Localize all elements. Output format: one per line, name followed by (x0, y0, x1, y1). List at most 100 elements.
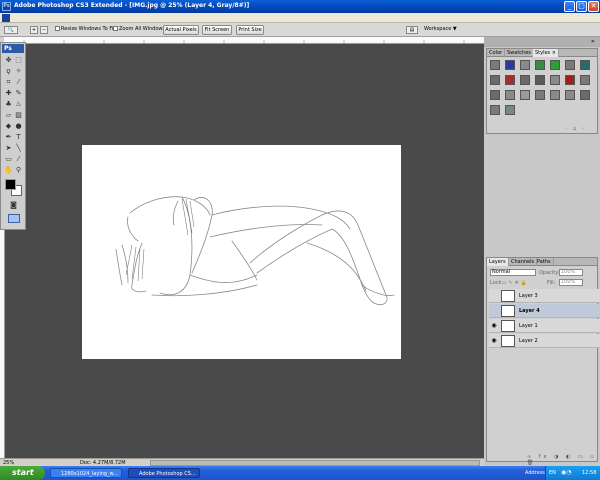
tab-color[interactable]: Color (487, 49, 506, 57)
style-swatch[interactable] (580, 90, 590, 100)
layer-name[interactable]: Layer 2 (519, 338, 538, 344)
style-swatch[interactable] (535, 90, 545, 100)
visibility-eye-icon[interactable]: ◉ (491, 338, 497, 344)
eyedropper-tool-icon[interactable]: ⁄ (14, 155, 23, 164)
tab-styles[interactable]: Styles × (533, 49, 559, 57)
history-brush-icon[interactable]: ♨ (14, 100, 23, 109)
brush-tool-icon[interactable]: ✎ (14, 89, 23, 98)
style-swatch[interactable] (505, 105, 515, 115)
style-swatch[interactable] (565, 60, 575, 70)
style-swatch[interactable] (565, 90, 575, 100)
style-swatch[interactable] (505, 90, 515, 100)
style-swatch[interactable] (490, 90, 500, 100)
marquee-tool-icon[interactable]: ⬚ (14, 56, 23, 65)
style-swatch[interactable] (520, 60, 530, 70)
quick-mask-icon[interactable]: ◙ (9, 201, 18, 210)
style-swatch[interactable] (520, 75, 530, 85)
language-indicator[interactable]: EN (549, 470, 556, 476)
tab-swatches[interactable]: Swatches (505, 49, 534, 57)
layer-name[interactable]: Layer 3 (519, 293, 538, 299)
print-size-button[interactable]: Print Size (236, 25, 264, 35)
tray-icons[interactable]: ◉◔ (561, 469, 571, 476)
zoom-in-icon[interactable]: + (30, 26, 38, 34)
zoom-tool-icon[interactable]: 🔍 (4, 26, 18, 34)
style-swatch[interactable] (520, 90, 530, 100)
visibility-eye-icon[interactable]: ◉ (491, 323, 497, 329)
panel-dock-header: » (484, 37, 600, 47)
screen-mode-icon[interactable] (8, 214, 20, 223)
tab-close-icon[interactable]: × (552, 50, 556, 56)
style-swatch[interactable] (490, 105, 500, 115)
style-swatch[interactable] (505, 75, 515, 85)
zoom-all-windows-checkbox[interactable]: Zoom All Windows (113, 26, 165, 32)
styles-panel-footer-icons[interactable]: ◦▫◦ (565, 126, 589, 132)
dock-collapse-icon[interactable]: » (591, 38, 595, 45)
start-button[interactable]: start (0, 466, 45, 480)
tab-layers[interactable]: Layers (487, 258, 509, 266)
style-swatch[interactable] (580, 75, 590, 85)
visibility-eye-icon[interactable] (491, 308, 497, 314)
path-selection-icon[interactable]: ➤ (4, 144, 13, 153)
blur-tool-icon[interactable]: ◆ (4, 122, 13, 131)
stamp-tool-icon[interactable]: ♣ (4, 100, 13, 109)
lock-icons[interactable]: ▫✎✥🔒 (503, 280, 529, 286)
opacity-input[interactable]: 100% (559, 269, 583, 276)
window-title: Adobe Photoshop CS3 Extended - [IMG.jpg … (14, 2, 250, 9)
type-tool-icon[interactable]: T (14, 133, 23, 142)
layers-footer-icons[interactable]: ∞ fx ◑ ◐ ▭ ▫ 🗑 (527, 454, 597, 466)
document-icon[interactable] (2, 14, 10, 22)
fit-screen-button[interactable]: Fit Screen (202, 25, 232, 35)
style-swatch[interactable] (490, 60, 500, 70)
layer-row[interactable]: Layer 3 (489, 289, 600, 303)
style-swatch[interactable] (565, 75, 575, 85)
crop-tool-icon[interactable]: ⌗ (4, 78, 13, 87)
address-toolbar-label[interactable]: Address (525, 470, 545, 476)
blend-mode-select[interactable]: Normal (490, 269, 536, 276)
dodge-tool-icon[interactable]: ● (14, 122, 23, 131)
magic-wand-icon[interactable]: ✧ (14, 67, 23, 76)
fill-label: Fill: (547, 280, 556, 286)
minimize-button[interactable]: _ (564, 1, 575, 12)
resize-windows-checkbox[interactable]: Resize Windows To Fit (55, 26, 115, 32)
bridge-icon[interactable]: ▤ (406, 26, 418, 34)
close-button[interactable]: ✕ (588, 1, 599, 12)
eraser-tool-icon[interactable]: ▱ (4, 111, 13, 120)
actual-pixels-button[interactable]: Actual Pixels (163, 25, 199, 35)
maximize-button[interactable]: ▢ (576, 1, 587, 12)
slice-tool-icon[interactable]: ⁄ (14, 78, 23, 87)
pen-tool-icon[interactable]: ✒ (4, 133, 13, 142)
layer-name[interactable]: Layer 4 (519, 308, 540, 314)
tab-channels[interactable]: Channels (509, 258, 538, 266)
layer-row[interactable]: ◉ Layer 2 (489, 334, 600, 348)
move-tool-icon[interactable]: ✥ (4, 56, 13, 65)
style-swatch[interactable] (580, 60, 590, 70)
style-swatch[interactable] (550, 75, 560, 85)
lasso-tool-icon[interactable]: ϙ (4, 67, 13, 76)
style-swatch[interactable] (535, 75, 545, 85)
taskbar-item-image[interactable]: 1280x1024_laying_w... (50, 468, 122, 478)
style-swatch[interactable] (490, 75, 500, 85)
taskbar-item-photoshop[interactable]: Adobe Photoshop CS... (128, 468, 200, 478)
layer-row[interactable]: ◉ Layer 1 (489, 319, 600, 333)
style-swatch[interactable] (550, 90, 560, 100)
style-swatch[interactable] (535, 60, 545, 70)
resize-windows-label: Resize Windows To Fit (61, 26, 116, 32)
tab-paths[interactable]: Paths (535, 258, 554, 266)
style-swatch[interactable] (550, 60, 560, 70)
zoom-out-icon[interactable]: − (40, 26, 48, 34)
workspace-menu[interactable]: Workspace ▼ (424, 26, 457, 32)
gradient-tool-icon[interactable]: ▨ (14, 111, 23, 120)
zoom-tool-box-icon[interactable]: ⚲ (14, 166, 23, 175)
photoshop-app-icon[interactable]: Ps (2, 2, 11, 11)
visibility-eye-icon[interactable] (491, 293, 497, 299)
hand-tool-icon[interactable]: ✋ (4, 166, 13, 175)
healing-brush-icon[interactable]: ✚ (4, 89, 13, 98)
notes-tool-icon[interactable]: ▭ (4, 155, 13, 164)
layer-row[interactable]: Layer 4 (489, 304, 600, 318)
layer-name[interactable]: Layer 1 (519, 323, 538, 329)
checkbox-box (55, 26, 60, 31)
document-canvas[interactable] (82, 145, 401, 359)
shape-tool-icon[interactable]: ╲ (14, 144, 23, 153)
style-swatch[interactable] (505, 60, 515, 70)
fill-input[interactable]: 100% (559, 279, 583, 286)
